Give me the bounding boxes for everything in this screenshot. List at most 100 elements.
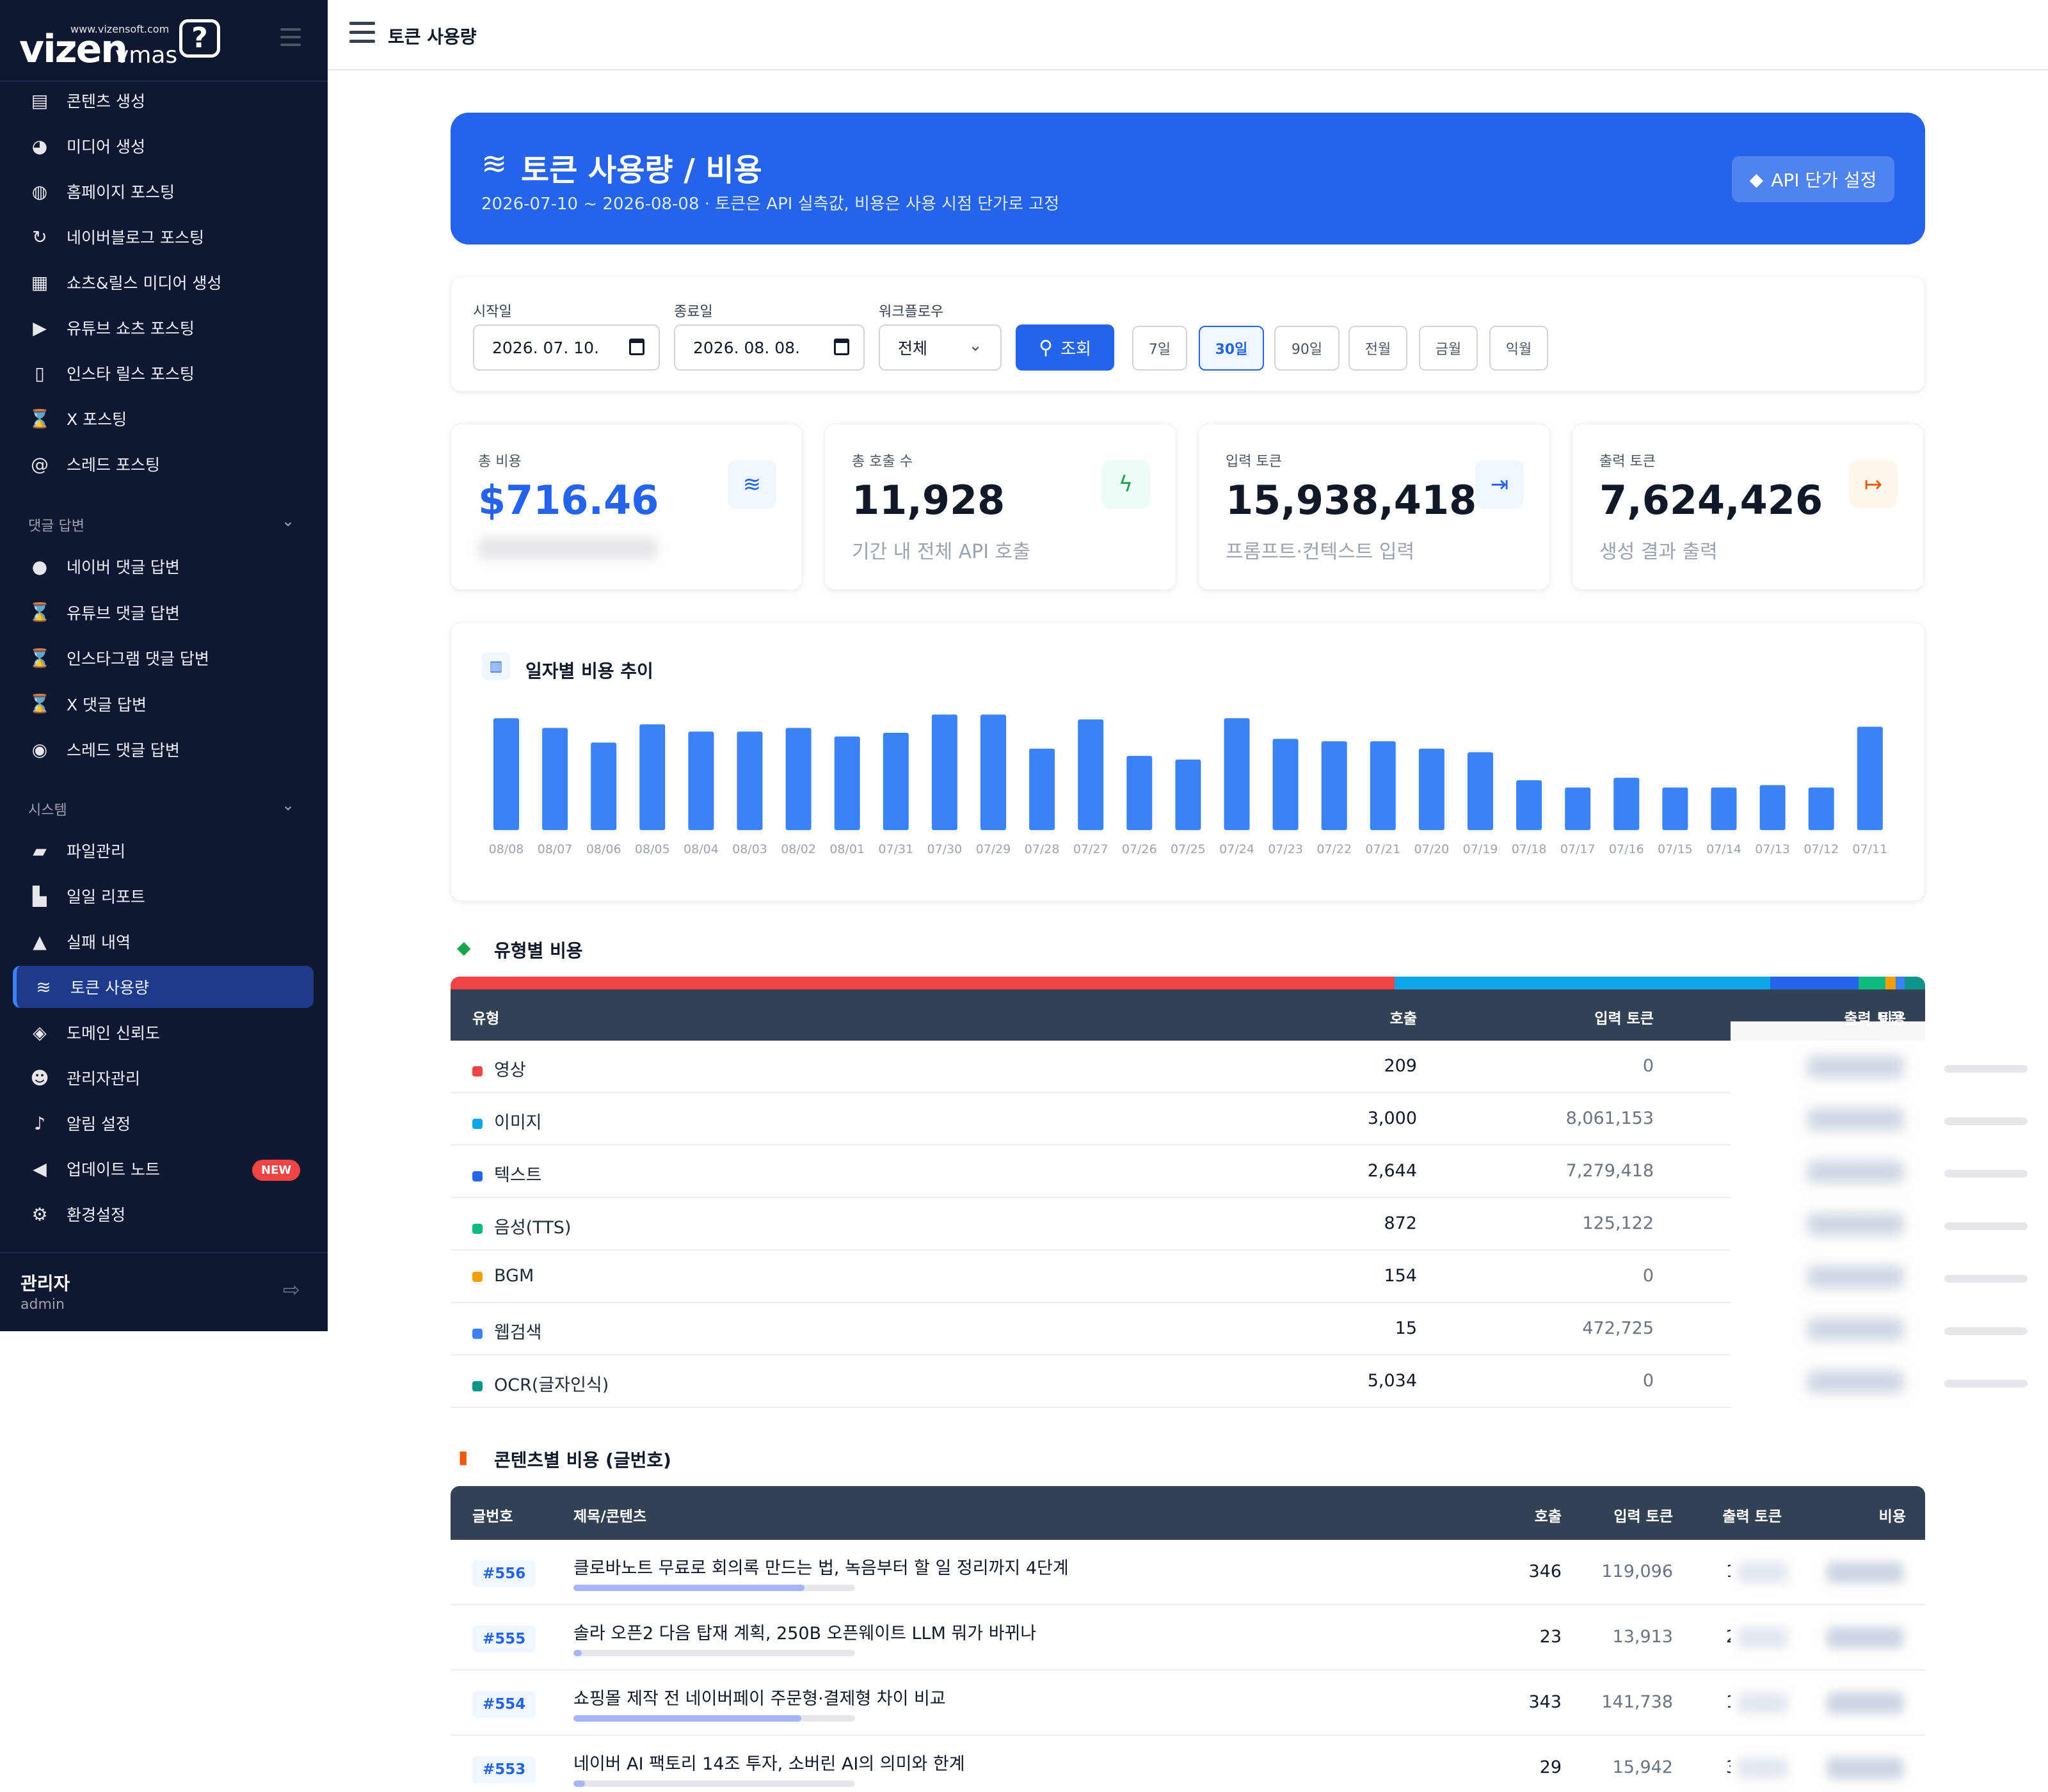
post-number-badge[interactable]: #555 <box>472 1626 536 1652</box>
table-row[interactable]: 이미지3,0008,061,1533,986,76826% <box>451 1093 2048 1146</box>
range-button[interactable]: 금월 <box>1419 326 1478 371</box>
table-row[interactable]: 음성(TTS)872125,122793,9592% <box>451 1198 2028 1251</box>
chart-bar[interactable] <box>1078 719 1104 830</box>
table-row[interactable]: BGM154001% <box>451 1251 2028 1303</box>
chart-bar[interactable] <box>639 724 666 830</box>
chart-bar[interactable] <box>591 742 617 830</box>
chart-bar[interactable] <box>1516 780 1542 830</box>
table-row[interactable]: #555 솔라 오픈2 다음 탑재 계획, 250B 오픈웨이트 LLM 뭐가 바… <box>451 1605 1925 1670</box>
end-date-input[interactable]: 2026. 08. 08. <box>674 324 865 371</box>
brand-logo[interactable]: www.vizensoft.com vizen vmas ? <box>19 19 220 72</box>
sidebar-item[interactable]: ⌛ 유튜브 댓글 답변 <box>13 591 314 634</box>
table-row[interactable]: #554 쇼핑몰 제작 전 네이버페이 주문형·결제형 차이 비교 343 141,7… <box>451 1670 1925 1736</box>
calendar-icon[interactable] <box>834 339 849 355</box>
sidebar-item[interactable]: ▶ 유튜브 쇼츠 포스팅 <box>13 307 314 349</box>
x-tick-label: 08/01 <box>829 842 865 856</box>
bolt-icon: ϟ <box>1101 460 1150 509</box>
chart-bar[interactable] <box>1224 718 1250 830</box>
range-button[interactable]: 7일 <box>1132 326 1187 371</box>
sidebar-item[interactable]: ⌛ X 포스팅 <box>13 397 314 440</box>
chart-bar[interactable] <box>1857 726 1883 831</box>
sidebar-item[interactable]: ◀ 업데이트 노트 <box>13 1148 314 1190</box>
range-button[interactable]: 익월 <box>1489 326 1548 371</box>
sidebar-item[interactable]: ▙ 일일 리포트 <box>13 875 314 917</box>
chart-bar[interactable] <box>1711 787 1737 831</box>
x-tick-label: 07/21 <box>1365 842 1400 856</box>
chart-bar[interactable] <box>1662 787 1688 831</box>
table-row[interactable]: #553 네이버 AI 팩토리 14조 투자, 소버린 AI의 의미와 한계 29 1… <box>451 1736 1925 1792</box>
table-row[interactable]: 웹검색15472,72533,1760% <box>451 1303 2028 1356</box>
sidebar-item[interactable]: ▯ 인스타 릴스 포스팅 <box>13 352 314 394</box>
chart-bar[interactable] <box>834 736 860 830</box>
newspaper-icon: ▤ <box>31 90 49 111</box>
sidebar-item[interactable]: ☻ 관리자관리 <box>13 1057 314 1099</box>
table-row[interactable]: #556 클로바노트 무료로 회의록 만드는 법, 녹음부터 할 일 정리까지 4… <box>451 1540 1925 1605</box>
chart-bar[interactable] <box>1029 748 1055 830</box>
chart-bar[interactable] <box>1565 787 1591 831</box>
sidebar-item[interactable]: ⚙ 환경설정 <box>13 1193 314 1235</box>
chart-bar[interactable] <box>1370 741 1396 830</box>
chart-bar[interactable] <box>1613 778 1640 830</box>
sign-out-icon: ↦ <box>1849 460 1898 509</box>
post-title[interactable]: 쇼핑몰 제작 전 네이버페이 주문형·결제형 차이 비교 <box>573 1684 946 1709</box>
chart-bar[interactable] <box>542 728 568 830</box>
sidebar-collapse-icon[interactable] <box>280 28 301 46</box>
chart-bar[interactable] <box>785 728 812 830</box>
chart-bar[interactable] <box>1126 756 1153 830</box>
api-price-button[interactable]: ◆ API 단가 설정 <box>1732 156 1894 202</box>
hero-banner: ≋ 토큰 사용량 / 비용 2026-07-10 ~ 2026-08-08 · … <box>451 113 1925 244</box>
chart-bar[interactable] <box>1175 759 1201 830</box>
calls-cell: 872 <box>1384 1213 1417 1233</box>
chart-bar[interactable] <box>931 714 957 831</box>
chart-bar[interactable] <box>1272 739 1299 831</box>
sidebar-item[interactable]: ♪ 알림 설정 <box>13 1102 314 1144</box>
table-row[interactable]: 영상2090065% <box>451 1041 2048 1093</box>
sidebar-item[interactable]: ◉ 스레드 댓글 답변 <box>13 728 314 771</box>
table-row[interactable]: OCR(글자인식)5,034000% <box>451 1356 2028 1408</box>
post-number-badge[interactable]: #556 <box>472 1560 536 1587</box>
chevron-down-icon[interactable]: ⌄ <box>282 796 294 814</box>
sidebar-item[interactable]: ● 네이버 댓글 답변 <box>13 545 314 588</box>
chart-bar[interactable] <box>688 732 714 830</box>
chart-bar[interactable] <box>1418 748 1444 830</box>
sidebar-item[interactable]: ▦ 쇼츠&릴스 미디어 생성 <box>13 261 314 303</box>
search-button[interactable]: ⚲ 조회 <box>1016 324 1114 371</box>
sidebar-item[interactable]: ▰ 파일관리 <box>13 829 314 872</box>
range-button[interactable]: 전월 <box>1348 326 1407 371</box>
chart-bar[interactable] <box>493 718 519 830</box>
x-tick-label: 07/14 <box>1706 842 1741 856</box>
post-title[interactable]: 네이버 AI 팩토리 14조 투자, 소버린 AI의 의미와 한계 <box>573 1750 965 1775</box>
sidebar-item[interactable]: ⌛ 인스타그램 댓글 답변 <box>13 637 314 679</box>
chart-bar[interactable] <box>1759 785 1786 830</box>
sidebar-item[interactable]: ◍ 홈페이지 포스팅 <box>13 170 314 212</box>
chart-bar[interactable] <box>980 714 1006 831</box>
sidebar-item[interactable]: ≋ 토큰 사용량 <box>13 966 314 1008</box>
sidebar-item[interactable]: ↻ 네이버블로그 포스팅 <box>13 216 314 258</box>
chart-bar[interactable] <box>1321 741 1347 830</box>
sidebar-item[interactable]: ▤ 콘텐츠 생성 <box>13 79 314 122</box>
chart-bar[interactable] <box>737 732 763 830</box>
post-number-badge[interactable]: #554 <box>472 1691 536 1718</box>
sidebar-item[interactable]: ◕ 미디어 생성 <box>13 125 314 167</box>
logout-icon[interactable]: ⇨ <box>283 1277 300 1302</box>
workflow-select[interactable]: 전체 ⌄ <box>879 324 1002 371</box>
calendar-icon[interactable] <box>629 339 644 355</box>
start-date-input[interactable]: 2026. 07. 10. <box>473 324 660 371</box>
range-button[interactable]: 90일 <box>1274 326 1340 371</box>
chevron-down-icon[interactable]: ⌄ <box>282 512 294 530</box>
post-number-badge[interactable]: #553 <box>472 1756 536 1783</box>
calls-cell: 209 <box>1384 1056 1417 1076</box>
chart-bar[interactable] <box>883 733 909 830</box>
chart-bar[interactable] <box>1468 752 1493 830</box>
sidebar-item[interactable]: ⌛ X 댓글 답변 <box>13 683 314 725</box>
hamburger-menu-icon[interactable] <box>349 22 375 45</box>
range-button[interactable]: 30일 <box>1199 326 1264 371</box>
sidebar-item[interactable]: ▲ 실패 내역 <box>13 920 314 963</box>
post-title[interactable]: 클로바노트 무료로 회의록 만드는 법, 녹음부터 할 일 정리까지 4단계 <box>573 1554 1069 1579</box>
post-title[interactable]: 솔라 오픈2 다음 탑재 계획, 250B 오픈웨이트 LLM 뭐가 바뀌나 <box>573 1619 1036 1644</box>
chart-bar[interactable] <box>1808 787 1834 831</box>
sidebar-item[interactable]: ◈ 도메인 신뢰도 <box>13 1011 314 1053</box>
sidebar-item[interactable]: @ 스레드 포스팅 <box>13 443 314 485</box>
table-row[interactable]: 텍스트2,6447,279,4182,810,5236% <box>451 1146 2028 1198</box>
share-percent: 2% <box>2028 1216 2048 1232</box>
